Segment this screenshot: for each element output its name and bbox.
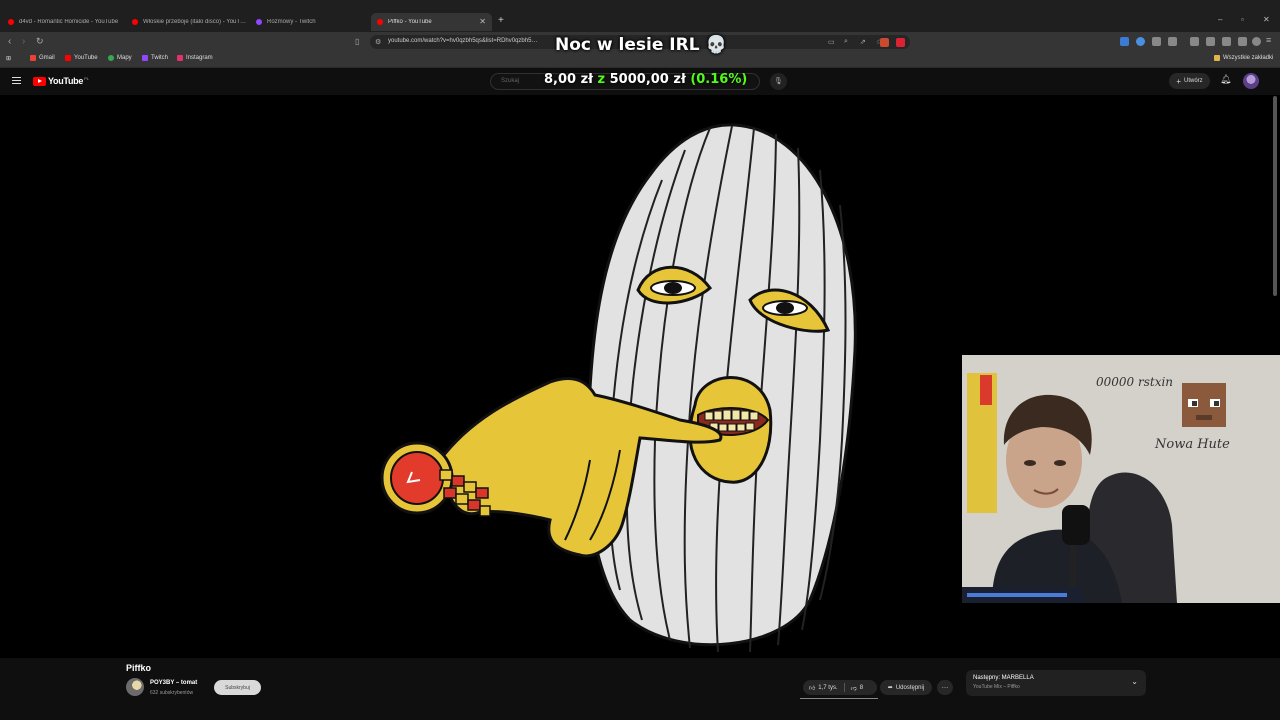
- dislike-button[interactable]: 👎︎ 8: [845, 684, 869, 692]
- like-button[interactable]: 👍︎ 1,7 tys.: [803, 684, 844, 692]
- voice-search-icon[interactable]: 🎙︎: [770, 73, 787, 90]
- notifications-bell-icon[interactable]: 🔔︎: [1220, 74, 1231, 85]
- minimize-icon[interactable]: –: [1218, 15, 1222, 24]
- tab-search-icon[interactable]: [1222, 37, 1231, 46]
- youtube-favicon-icon: [132, 19, 138, 25]
- extension-icon[interactable]: [1120, 37, 1129, 46]
- browser-tab-active[interactable]: Piffko - YouTube ✕: [371, 13, 492, 31]
- subscribe-button[interactable]: Subskrybuj: [214, 680, 261, 695]
- zoom-icon[interactable]: ⌕: [844, 38, 848, 46]
- site-info-icon[interactable]: ⚙: [375, 38, 381, 46]
- create-button[interactable]: + Utwórz: [1169, 73, 1210, 89]
- webcam-overlay: 00000 rstxin Nowa Hute: [962, 355, 1280, 603]
- twitch-favicon-icon: [256, 19, 262, 25]
- all-bookmarks[interactable]: Wszystkie zakładki: [1214, 55, 1273, 61]
- bookmark-mapy[interactable]: Mapy: [108, 55, 132, 61]
- bookmark-youtube[interactable]: YouTube: [65, 55, 98, 61]
- maximize-icon[interactable]: ▫: [1241, 15, 1244, 24]
- apps-grid-icon[interactable]: ⊞: [6, 55, 11, 62]
- media-icon[interactable]: [1190, 37, 1199, 46]
- extension-icon[interactable]: [1152, 37, 1161, 46]
- youtube-logo[interactable]: YouTube PL: [33, 76, 89, 86]
- extension-icon[interactable]: [896, 38, 905, 47]
- twitch-icon: [142, 55, 148, 61]
- maps-icon: [108, 55, 114, 61]
- avatar[interactable]: [1243, 73, 1259, 89]
- stream-title-overlay: Noc w lesie IRL 💀: [555, 35, 727, 55]
- cast-icon[interactable]: ▭: [828, 38, 835, 46]
- bookmark-gmail[interactable]: Gmail: [30, 55, 55, 61]
- thumbs-up-icon: 👍︎: [809, 685, 816, 692]
- extension-icon[interactable]: [1168, 37, 1177, 46]
- browser-tab[interactable]: d4vd - Romantic Homicide - YouTube: [2, 13, 124, 31]
- youtube-play-icon: [33, 76, 46, 86]
- hamburger-menu-icon[interactable]: [12, 77, 21, 86]
- extensions-icon[interactable]: [1238, 37, 1247, 46]
- channel-avatar[interactable]: [126, 678, 144, 696]
- video-frame-artwork: [380, 123, 857, 653]
- share-button[interactable]: ➦ Udostępnij: [880, 680, 932, 695]
- bookmark-icon[interactable]: ▯: [355, 37, 359, 46]
- instagram-icon: [177, 55, 183, 61]
- chevron-down-icon[interactable]: ⌄: [1131, 677, 1138, 686]
- close-tab-icon[interactable]: ✕: [479, 17, 486, 26]
- thumbs-down-icon: 👎︎: [850, 685, 857, 692]
- subscriber-count: 632 subskrybentów: [150, 690, 194, 696]
- profile-icon[interactable]: [1252, 37, 1261, 46]
- video-title: Piffko: [126, 663, 152, 673]
- new-tab-icon[interactable]: +: [498, 15, 504, 26]
- extension-icon[interactable]: [1136, 37, 1145, 46]
- youtube-favicon-icon: [377, 19, 383, 25]
- like-dislike-bar: 👍︎ 1,7 tys. 👎︎ 8: [803, 680, 877, 695]
- next-in-mix-card[interactable]: Następny: MARBELLA YouTube Mix – Piffko …: [966, 670, 1146, 696]
- menu-icon[interactable]: ≡: [1266, 35, 1271, 45]
- webcam-scene: [962, 355, 1280, 603]
- browser-tab-strip: d4vd - Romantic Homicide - YouTube Włosk…: [0, 0, 1280, 32]
- donation-goal-overlay: 8,00 zł z 5000,00 zł (0.16%): [544, 72, 748, 87]
- gmail-icon: [30, 55, 36, 61]
- channel-name[interactable]: POY3BY – tomat: [150, 680, 197, 686]
- folder-icon: [1214, 55, 1220, 61]
- reload-icon[interactable]: ↻: [36, 36, 44, 47]
- forward-arrow-icon[interactable]: ›: [22, 36, 25, 47]
- bookmark-twitch[interactable]: Twitch: [142, 55, 168, 61]
- skull-icon: 💀: [705, 35, 727, 55]
- page-scrollbar[interactable]: [1273, 96, 1277, 296]
- share-icon[interactable]: ⇗: [860, 38, 866, 46]
- browser-tab[interactable]: Rozmowy - Twitch: [250, 13, 370, 31]
- youtube-favicon-icon: [8, 19, 14, 25]
- share-arrow-icon: ➦: [887, 685, 893, 691]
- plus-icon: +: [1176, 76, 1181, 86]
- more-actions-button[interactable]: …: [937, 680, 953, 695]
- youtube-icon: [65, 55, 71, 61]
- like-ratio-bar: [800, 698, 878, 699]
- close-window-icon[interactable]: ✕: [1263, 15, 1270, 24]
- browser-tab[interactable]: Włoskie przeboje (italo disco) - YouT…: [126, 13, 248, 31]
- bookmark-instagram[interactable]: Instagram: [177, 55, 213, 61]
- back-arrow-icon[interactable]: ‹: [8, 36, 11, 47]
- sidebar-icon[interactable]: [1206, 37, 1215, 46]
- extension-icon[interactable]: [880, 38, 889, 47]
- screen: d4vd - Romantic Homicide - YouTube Włosk…: [0, 0, 1280, 720]
